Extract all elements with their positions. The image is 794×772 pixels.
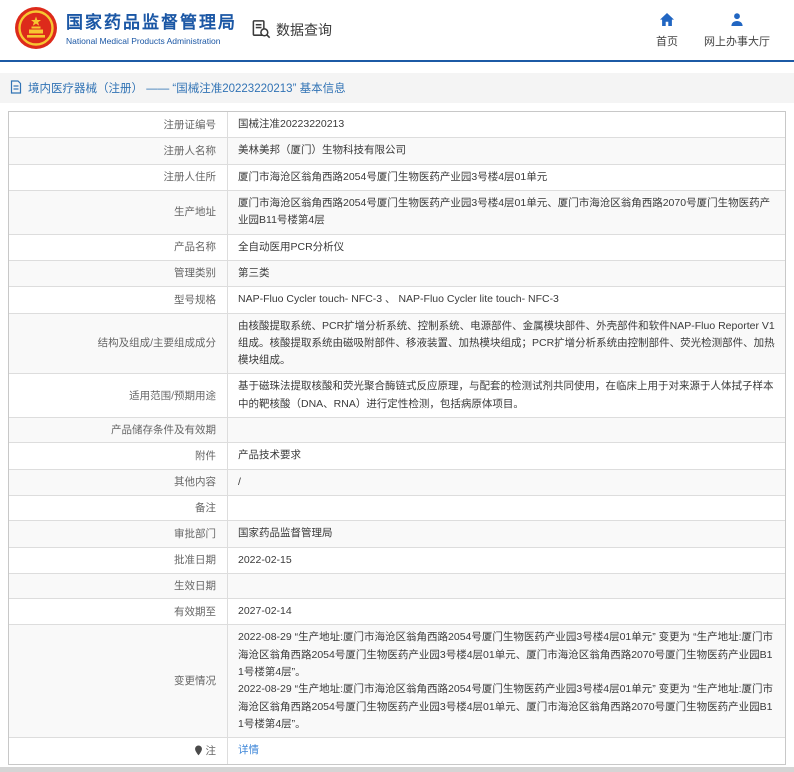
table-row: 适用范围/预期用途基于磁珠法提取核酸和荧光聚合酶链式反应原理，与配套的检测试剂共… [9,374,785,418]
table-row: 审批部门国家药品监督管理局 [9,521,785,547]
table-row: 生效日期 [9,574,785,599]
row-value: 产品技术要求 [228,443,785,468]
table-row: 管理类别第三类 [9,261,785,287]
agency-title-cn: 国家药品监督管理局 [66,14,237,33]
row-value [228,574,785,598]
row-label: 备注 [9,496,228,520]
row-label: 注册人名称 [9,138,228,163]
registration-info-table: 注册证编号国械注准20223220213注册人名称美林美邦（厦门）生物科技有限公… [8,111,786,765]
table-row: 产品储存条件及有效期 [9,418,785,443]
national-emblem-icon [14,6,58,55]
agency-title-en: National Medical Products Administration [66,36,237,46]
nav-online-hall[interactable]: 网上办事大厅 [704,12,770,49]
nav-home-label: 首页 [656,33,678,49]
row-label: 审批部门 [9,521,228,546]
row-label: 管理类别 [9,261,228,286]
table-row: 注详情 [9,738,785,763]
table-row: 注册证编号国械注准20223220213 [9,112,785,138]
footer-strip [0,767,794,772]
nav-home[interactable]: 首页 [656,12,678,49]
data-query-entry[interactable]: 数据查询 [251,19,332,42]
table-row: 批准日期2022-02-15 [9,548,785,574]
row-value: 厦门市海沧区翁角西路2054号厦门生物医药产业园3号楼4层01单元 [228,165,785,190]
row-value: 国家药品监督管理局 [228,521,785,546]
row-value: 2027-02-14 [228,599,785,624]
table-row: 变更情况2022-08-29 “生产地址:厦门市海沧区翁角西路2054号厦门生物… [9,625,785,738]
site-header: 国家药品监督管理局 National Medical Products Admi… [0,0,794,62]
row-label: 结构及组成/主要组成成分 [9,314,228,374]
row-label: 有效期至 [9,599,228,624]
row-value: 厦门市海沧区翁角西路2054号厦门生物医药产业园3号楼4层01单元、厦门市海沧区… [228,191,785,234]
table-row: 注册人名称美林美邦（厦门）生物科技有限公司 [9,138,785,164]
row-value: 2022-08-29 “生产地址:厦门市海沧区翁角西路2054号厦门生物医药产业… [228,625,785,737]
table-row: 有效期至2027-02-14 [9,599,785,625]
row-label: 生产地址 [9,191,228,234]
table-row: 注册人住所厦门市海沧区翁角西路2054号厦门生物医药产业园3号楼4层01单元 [9,165,785,191]
row-value: 全自动医用PCR分析仪 [228,235,785,260]
row-label: 产品储存条件及有效期 [9,418,228,442]
row-value: 由核酸提取系统、PCR扩增分析系统、控制系统、电源部件、金属模块部件、外壳部件和… [228,314,785,374]
document-search-icon [251,19,271,42]
row-value [228,496,785,520]
table-row: 产品名称全自动医用PCR分析仪 [9,235,785,261]
details-link[interactable]: 详情 [238,742,259,759]
table-row: 备注 [9,496,785,521]
row-label: 产品名称 [9,235,228,260]
table-row: 附件产品技术要求 [9,443,785,469]
breadcrumb-text: 境内医疗器械（注册） —— “国械注准20223220213” 基本信息 [28,80,346,96]
nav-online-hall-label: 网上办事大厅 [704,33,770,49]
row-label: 批准日期 [9,548,228,573]
table-row: 其他内容/ [9,470,785,496]
agency-logo: 国家药品监督管理局 National Medical Products Admi… [14,6,237,55]
note-pin-icon [194,745,203,756]
row-value: NAP-Fluo Cycler touch- NFC-3 、 NAP-Fluo … [228,287,785,312]
top-nav: 首页 网上办事大厅 [656,12,782,49]
table-row: 生产地址厦门市海沧区翁角西路2054号厦门生物医药产业园3号楼4层01单元、厦门… [9,191,785,235]
user-icon [729,12,745,30]
row-label: 生效日期 [9,574,228,598]
row-label: 注册人住所 [9,165,228,190]
row-value: / [228,470,785,495]
table-row: 型号规格NAP-Fluo Cycler touch- NFC-3 、 NAP-F… [9,287,785,313]
breadcrumb: 境内医疗器械（注册） —— “国械注准20223220213” 基本信息 [0,73,794,103]
row-value: 基于磁珠法提取核酸和荧光聚合酶链式反应原理，与配套的检测试剂共同使用，在临床上用… [228,374,785,417]
row-label: 型号规格 [9,287,228,312]
row-label: 附件 [9,443,228,468]
row-label: 注 [9,738,228,763]
row-value: 2022-02-15 [228,548,785,573]
row-label: 变更情况 [9,625,228,737]
row-value: 第三类 [228,261,785,286]
table-row: 结构及组成/主要组成成分由核酸提取系统、PCR扩增分析系统、控制系统、电源部件、… [9,314,785,375]
data-query-label: 数据查询 [276,20,332,40]
home-icon [659,12,675,30]
row-value [228,418,785,442]
row-label: 其他内容 [9,470,228,495]
row-label: 适用范围/预期用途 [9,374,228,417]
row-value: 国械注准20223220213 [228,112,785,137]
document-icon [10,80,22,97]
main-content: 注册证编号国械注准20223220213注册人名称美林美邦（厦门）生物科技有限公… [0,111,794,765]
row-label: 注册证编号 [9,112,228,137]
row-value: 美林美邦（厦门）生物科技有限公司 [228,138,785,163]
row-value: 详情 [228,738,785,763]
